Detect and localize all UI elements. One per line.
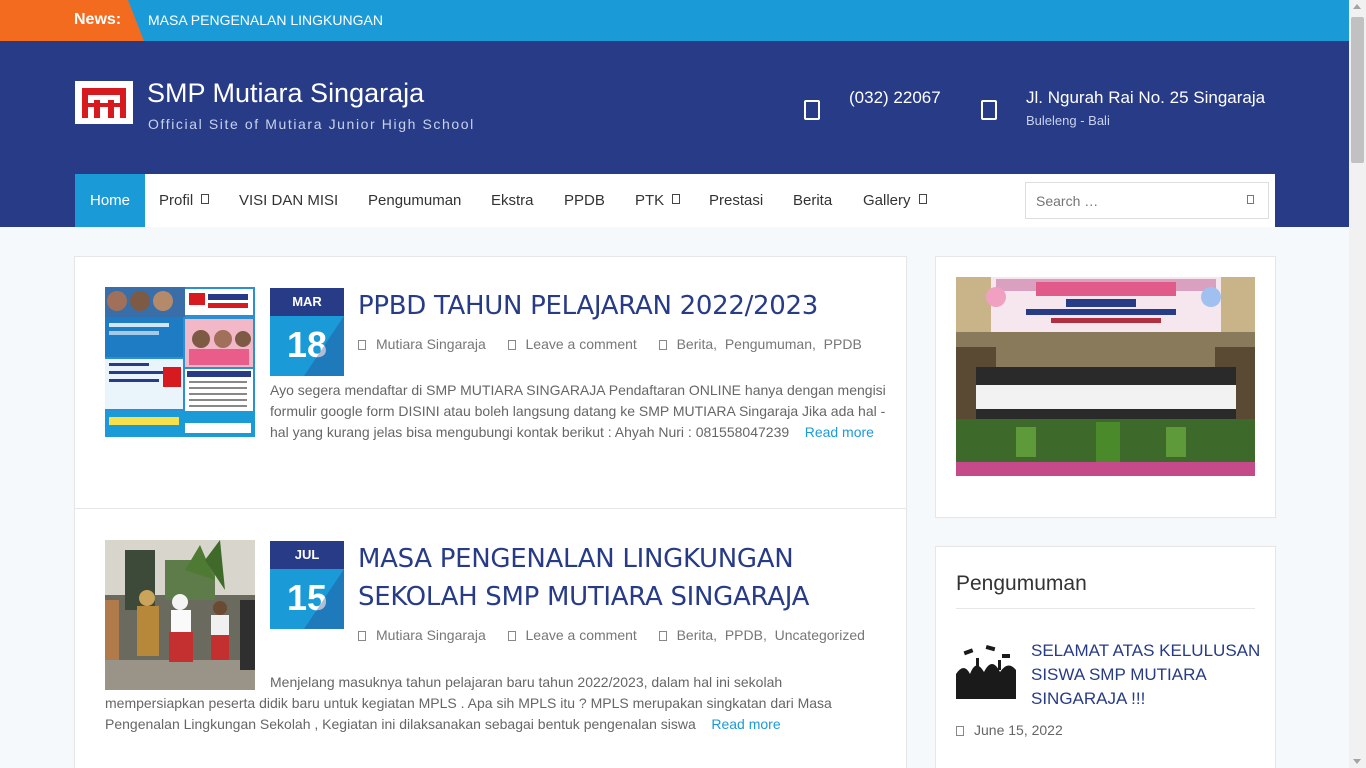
nav-item-visi-misi[interactable]: VISI DAN MISI	[239, 174, 338, 227]
read-more-link[interactable]: Read more	[711, 716, 780, 732]
post-author[interactable]: Mutiara Singaraja	[376, 627, 486, 643]
news-label-badge: News:	[0, 0, 144, 41]
site-title[interactable]: SMP Mutiara Singaraja	[147, 78, 424, 109]
dropdown-icon	[918, 194, 927, 204]
post-thumbnail[interactable]	[105, 540, 255, 690]
post-item: MAR 18 PPBD TAHUN PELAJARAN 2022/2023 Mu…	[75, 257, 906, 508]
post-meta: Mutiara Singaraja Leave a comment Berita…	[358, 627, 865, 643]
post-author[interactable]: Mutiara Singaraja	[376, 336, 486, 352]
location-icon	[981, 100, 997, 120]
announcement-title[interactable]: SELAMAT ATAS KELULUSAN SISWA SMP MUTIARA…	[1031, 639, 1261, 711]
dropdown-icon	[201, 194, 210, 204]
nav-label: PTK	[635, 192, 665, 209]
news-label: News:	[74, 11, 122, 28]
post-meta: Mutiara Singaraja Leave a comment Berita…	[358, 336, 862, 352]
post-date-badge: JUL 15	[270, 541, 344, 629]
scrollbar-thumb[interactable]	[1351, 17, 1364, 163]
folder-icon	[658, 340, 667, 350]
nav-item-berita[interactable]: Berita	[793, 174, 832, 227]
announcement-date: June 15, 2022	[956, 722, 1063, 738]
nav-item-prestasi[interactable]: Prestasi	[709, 174, 763, 227]
post-excerpt-text: Ayo segera mendaftar di SMP MUTIARA SING…	[270, 382, 886, 440]
nav-label: Profil	[159, 192, 194, 209]
post-date-badge: MAR 18	[270, 288, 344, 376]
school-logo[interactable]	[75, 81, 133, 124]
post-month: MAR	[270, 288, 344, 316]
news-ticker-bar: News: MASA PENGENALAN LINGKUNGAN	[0, 0, 1349, 41]
scroll-up-icon[interactable]	[1353, 4, 1361, 9]
post-month: JUL	[270, 541, 344, 569]
post-comment-link[interactable]: Leave a comment	[526, 336, 637, 352]
nav-item-ekstra[interactable]: Ekstra	[491, 174, 534, 227]
nav-item-home[interactable]: Home	[75, 174, 145, 227]
sidebar-announcements-widget: Pengumuman SELAMAT ATAS KELULUSAN SISWA …	[935, 546, 1276, 768]
address-region: Buleleng - Bali	[1026, 113, 1110, 128]
post-categories[interactable]: Berita, Pengumuman, PPDB	[677, 336, 862, 352]
post-item: JUL 15 MASA PENGENALAN LINGKUNGAN SEKOLA…	[75, 508, 906, 768]
address-line: Jl. Ngurah Rai No. 25 Singaraja	[1026, 88, 1266, 107]
posts-list: MAR 18 PPBD TAHUN PELAJARAN 2022/2023 Mu…	[74, 256, 907, 768]
scroll-down-icon[interactable]	[1353, 759, 1361, 764]
post-comment-link[interactable]: Leave a comment	[526, 627, 637, 643]
phone-number: (032) 22067	[849, 88, 941, 107]
post-categories[interactable]: Berita, PPDB, Uncategorized	[677, 627, 865, 643]
announcement-date-text: June 15, 2022	[974, 722, 1063, 738]
clock-icon	[956, 726, 964, 736]
sidebar-image-widget	[935, 256, 1276, 518]
search-input[interactable]	[1026, 183, 1226, 218]
post-title[interactable]: MASA PENGENALAN LINGKUNGAN SEKOLAH SMP M…	[358, 540, 888, 616]
nav-item-profil[interactable]: Profil	[159, 174, 210, 227]
graduation-photo[interactable]	[956, 277, 1255, 476]
user-icon	[358, 631, 366, 641]
post-title[interactable]: PPBD TAHUN PELAJARAN 2022/2023	[358, 287, 888, 325]
widget-divider	[956, 608, 1255, 609]
phone-icon	[804, 100, 820, 120]
nav-item-ptk[interactable]: PTK	[635, 174, 681, 227]
user-icon	[358, 340, 366, 350]
folder-icon	[658, 631, 667, 641]
comment-icon	[507, 340, 516, 350]
search-form	[1025, 182, 1269, 219]
post-excerpt: Menjelang masuknya tahun pelajaran baru …	[105, 672, 880, 735]
nav-item-gallery[interactable]: Gallery	[863, 174, 927, 227]
page-scrollbar[interactable]	[1349, 0, 1366, 768]
news-ticker-link[interactable]: MASA PENGENALAN LINGKUNGAN	[148, 12, 383, 28]
announcement-thumbnail[interactable]	[956, 644, 1016, 699]
search-icon[interactable]	[1247, 195, 1254, 204]
widget-title: Pengumuman	[956, 572, 1087, 595]
site-description: Official Site of Mutiara Junior High Sch…	[148, 116, 475, 132]
comment-icon	[507, 631, 516, 641]
nav-item-pengumuman[interactable]: Pengumuman	[368, 174, 461, 227]
main-navigation: Home Profil VISI DAN MISI Pengumuman Eks…	[75, 174, 1275, 227]
nav-item-ppdb[interactable]: PPDB	[564, 174, 605, 227]
post-excerpt: Ayo segera mendaftar di SMP MUTIARA SING…	[105, 380, 895, 443]
nav-label: Gallery	[863, 192, 911, 209]
read-more-link[interactable]: Read more	[805, 424, 874, 440]
dropdown-icon	[672, 194, 681, 204]
